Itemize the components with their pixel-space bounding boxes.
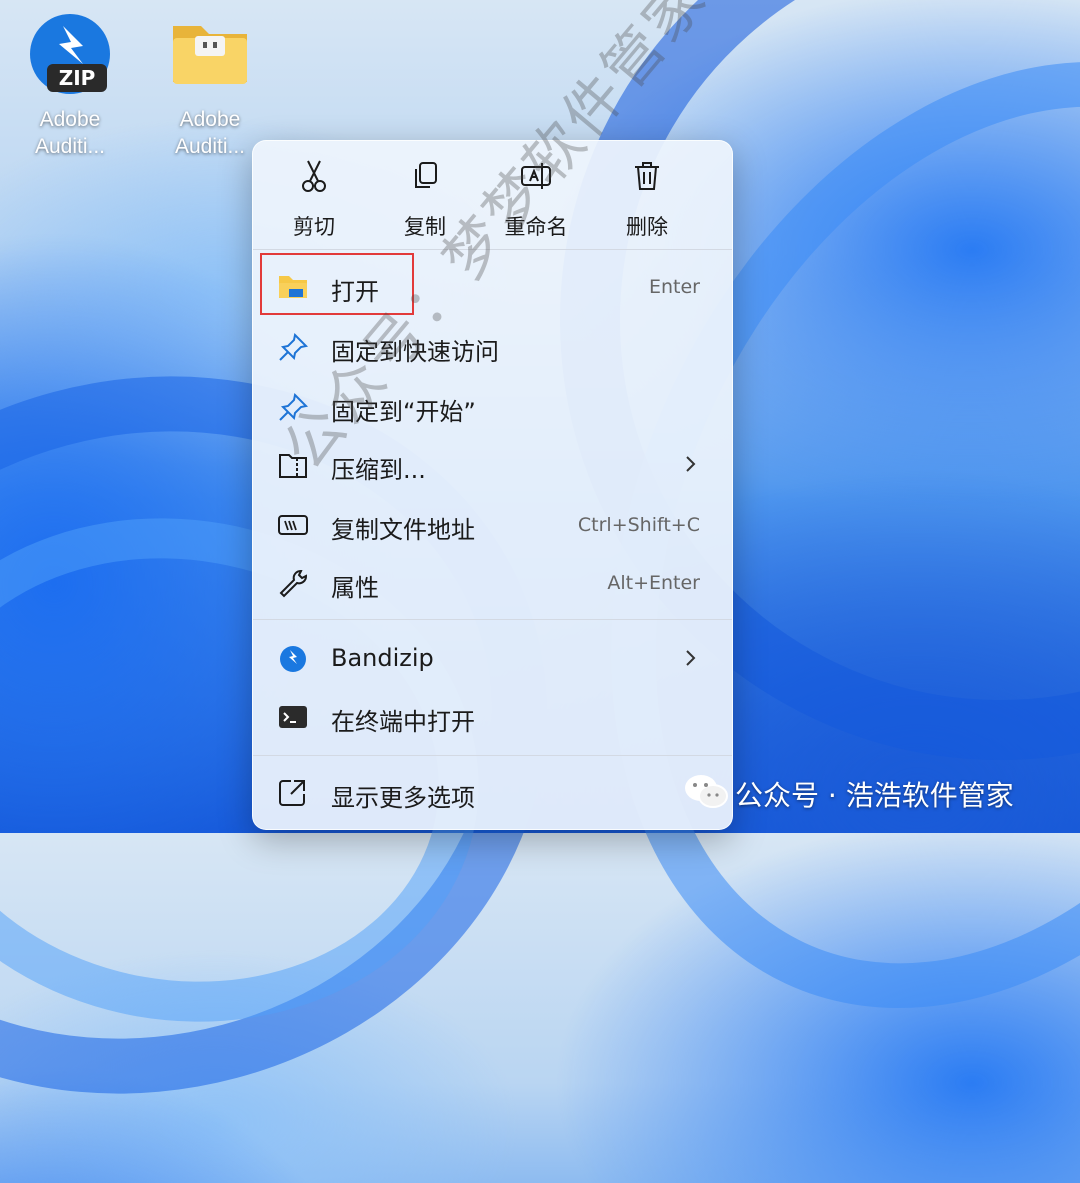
menu-item-label: 复制文件地址 xyxy=(331,516,475,544)
desktop-icon-folder[interactable]: Adobe Auditi... xyxy=(150,12,270,160)
copy-path-icon xyxy=(278,515,308,535)
desktop-icon-label: Adobe Auditi... xyxy=(34,108,106,158)
external-open-icon xyxy=(279,780,305,806)
menu-item-properties[interactable]: 属性 Alt+Enter xyxy=(261,555,724,611)
menu-item-shortcut: Ctrl+Shift+C xyxy=(577,514,700,536)
desktop-icon-zip[interactable]: ZIP Adobe Auditi... xyxy=(10,12,130,160)
menu-item-show-more-options[interactable]: 显示更多选项 xyxy=(261,765,724,821)
wechat-icon xyxy=(685,775,728,808)
menu-item-label: 属性 xyxy=(331,574,379,602)
trash-icon xyxy=(635,162,659,190)
menu-item-bandizip[interactable]: Bandizip xyxy=(261,631,724,687)
menu-item-label: 显示更多选项 xyxy=(331,784,475,812)
delete-label: 删除 xyxy=(626,215,668,239)
menu-item-copy-path[interactable]: 复制文件地址 Ctrl+Shift+C xyxy=(261,497,724,553)
delete-button[interactable]: 删除 xyxy=(592,159,702,241)
wechat-badge-text: 公众号 · 浩浩软件管家 xyxy=(735,779,1014,812)
cut-label: 剪切 xyxy=(293,215,335,239)
pin-icon xyxy=(279,332,309,361)
menu-separator xyxy=(253,619,732,620)
menu-item-label: 在终端中打开 xyxy=(331,708,475,736)
menu-item-label: Bandizip xyxy=(331,644,434,672)
menu-item-shortcut: Alt+Enter xyxy=(607,572,700,594)
terminal-icon xyxy=(279,706,307,728)
cut-button[interactable]: 剪切 xyxy=(259,159,369,241)
menu-item-shortcut: Enter xyxy=(649,276,700,298)
folder-icon xyxy=(173,26,247,84)
zip-badge-text: ZIP xyxy=(59,66,96,90)
menu-item-open-terminal[interactable]: 在终端中打开 xyxy=(261,689,724,745)
scissors-icon xyxy=(302,160,326,192)
menu-separator xyxy=(253,755,732,756)
wrench-icon xyxy=(279,570,307,598)
wechat-badge: 公众号 · 浩浩软件管家 xyxy=(683,768,1053,816)
copy-icon xyxy=(415,162,437,188)
bandizip-icon xyxy=(280,646,306,672)
bandizip-zip-icon: ZIP xyxy=(30,14,110,94)
chevron-right-icon xyxy=(686,456,696,472)
chevron-right-icon xyxy=(686,650,696,666)
